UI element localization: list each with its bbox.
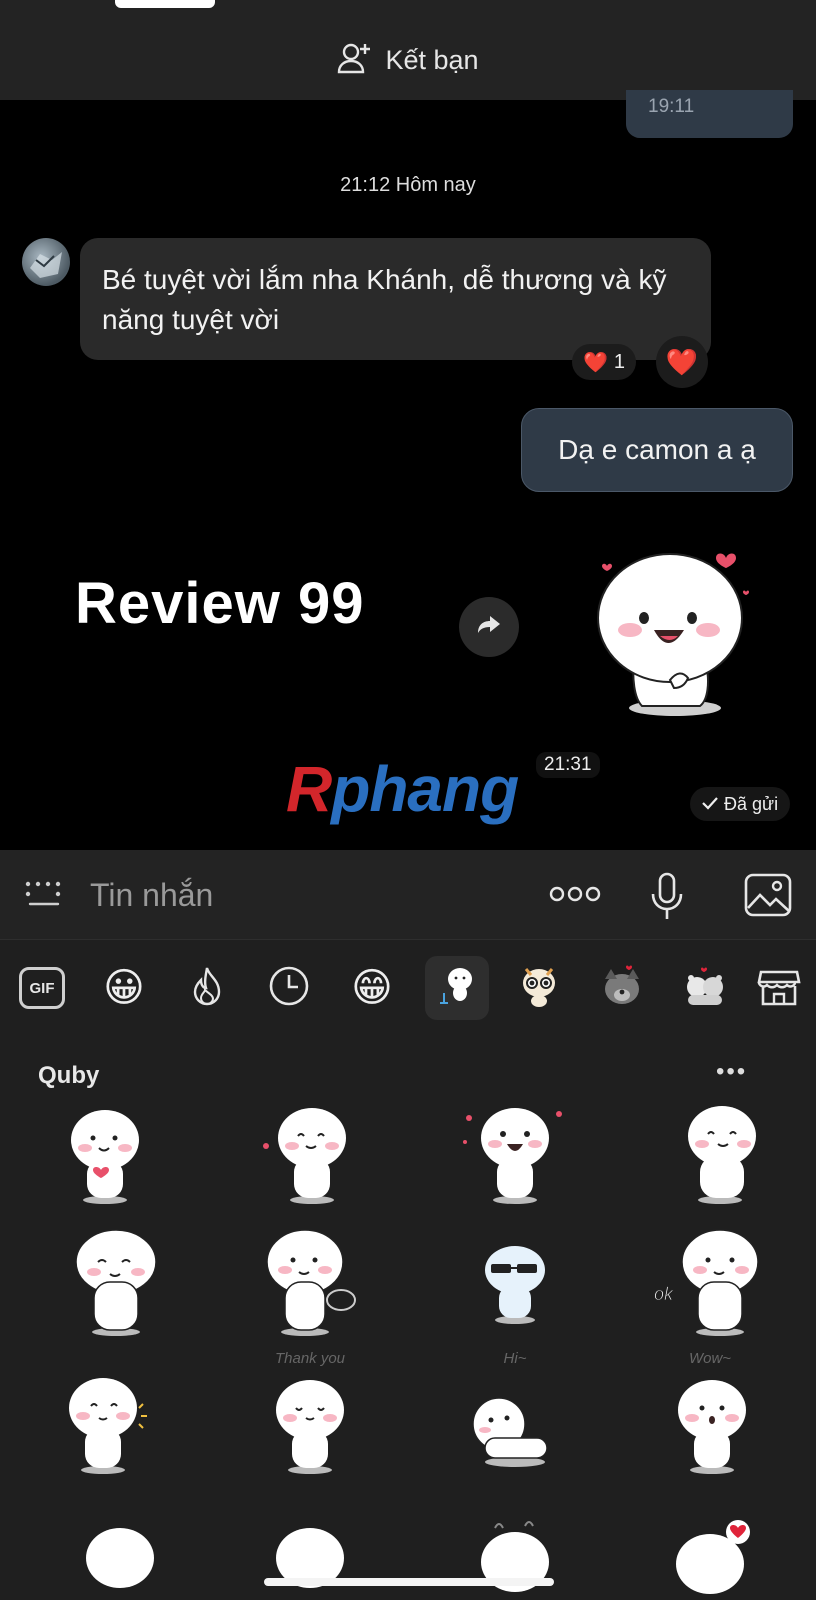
react-button[interactable]: ❤️ <box>656 336 708 388</box>
check-icon <box>702 794 718 815</box>
tab-recent[interactable] <box>257 956 321 1020</box>
home-indicator[interactable] <box>264 1578 554 1586</box>
reaction-count: 1 <box>613 350 626 373</box>
add-friend-button[interactable]: Kết bạn <box>0 20 816 100</box>
date-separator: 21:12 Hôm nay <box>340 174 476 196</box>
sticker-item[interactable]: Thank you <box>250 1350 370 1478</box>
tab-emoji-grin[interactable]: 😁 <box>340 956 404 1020</box>
message-input-bar <box>0 850 816 940</box>
forward-icon <box>476 612 502 643</box>
add-person-icon <box>337 40 373 81</box>
sent-sticker[interactable] <box>590 540 765 730</box>
sent-status-label: Đã gửi <box>724 793 779 814</box>
sticker-item[interactable]: Wow~ <box>650 1350 770 1478</box>
incoming-message[interactable]: Bé tuyệt vời lắm nha Khánh, dễ thương và… <box>80 238 711 360</box>
tab-emoji-smile[interactable]: 😀 <box>92 956 156 1020</box>
sticker-item[interactable] <box>250 1518 370 1600</box>
more-options-icon[interactable] <box>549 884 601 909</box>
tab-sticker-store[interactable] <box>747 956 811 1020</box>
sticker-item[interactable] <box>455 1518 575 1600</box>
outgoing-message[interactable]: Dạ e camon a ạ <box>521 408 793 492</box>
previous-message-bubble[interactable]: 19:11 <box>626 90 793 138</box>
dog-icon <box>599 963 645 1014</box>
review-overlay-text: Review 99 <box>75 571 365 636</box>
sticker-item[interactable] <box>660 1100 780 1210</box>
sticker-caption: Hi~ <box>503 1350 527 1367</box>
heart-icon: ❤️ <box>665 346 699 377</box>
sticker-item[interactable] <box>45 1368 165 1478</box>
pack-more-button[interactable]: ••• <box>716 1058 747 1086</box>
image-icon[interactable] <box>744 872 792 923</box>
sticker-item[interactable] <box>60 1228 180 1338</box>
keyboard-toggle-icon[interactable] <box>24 876 64 917</box>
sent-status: Đã gửi <box>690 787 791 821</box>
flame-icon <box>190 966 224 1011</box>
sticker-time: 21:31 <box>536 752 600 778</box>
gif-icon: GIF <box>19 967 65 1009</box>
bears-icon <box>682 963 728 1014</box>
svg-text:ok: ok <box>654 1284 674 1304</box>
tab-pack-3[interactable] <box>590 956 654 1020</box>
sticker-item[interactable]: ok <box>650 1228 770 1338</box>
sticker-caption: Wow~ <box>688 1350 732 1367</box>
sticker-caption: Thank you <box>274 1350 346 1367</box>
avatar[interactable] <box>22 238 70 286</box>
tab-gif[interactable]: GIF <box>10 956 74 1020</box>
grin-emoji-icon: 😁 <box>351 966 393 1010</box>
add-friend-label: Kết bạn <box>385 44 479 75</box>
heart-icon: ❤️ <box>582 351 608 374</box>
status-indicator <box>115 0 215 8</box>
sticker-tab-bar: GIF 😀 😁 <box>0 940 816 1030</box>
sticker-item[interactable] <box>650 1518 770 1600</box>
sticker-item[interactable] <box>455 1228 575 1338</box>
message-input[interactable] <box>90 872 510 918</box>
chat-area[interactable]: 19:11 21:12 Hôm nay Bé tuyệt vời lắm nha… <box>0 90 816 850</box>
tab-trending[interactable] <box>175 956 239 1020</box>
forward-button[interactable] <box>459 597 519 657</box>
sticker-panel: GIF 😀 😁 Quby ••• ok Thank you Hi~ Wow~ <box>0 940 816 1600</box>
sticker-item[interactable] <box>255 1228 375 1338</box>
sticker-item[interactable] <box>250 1100 370 1210</box>
store-icon <box>757 964 801 1013</box>
clock-icon <box>268 965 310 1012</box>
quby-icon <box>434 963 480 1014</box>
microphone-icon[interactable] <box>650 872 684 927</box>
sticker-icon <box>516 963 562 1014</box>
sticker-pack-title: Quby <box>38 1062 100 1089</box>
tab-quby-pack[interactable] <box>425 956 489 1020</box>
reaction-summary[interactable]: ❤️ 1 <box>572 344 636 380</box>
sticker-item[interactable] <box>60 1518 180 1600</box>
message-time: 19:11 <box>648 96 695 117</box>
sticker-item[interactable] <box>455 1100 575 1210</box>
tab-pack-2[interactable] <box>507 956 571 1020</box>
smile-emoji-icon: 😀 <box>103 966 145 1010</box>
tab-pack-4[interactable] <box>673 956 737 1020</box>
top-bar: Kết bạn <box>0 0 816 100</box>
watermark-logo: Rphang <box>286 753 519 825</box>
sticker-item[interactable] <box>45 1100 165 1210</box>
sticker-item[interactable]: Hi~ <box>455 1350 575 1478</box>
